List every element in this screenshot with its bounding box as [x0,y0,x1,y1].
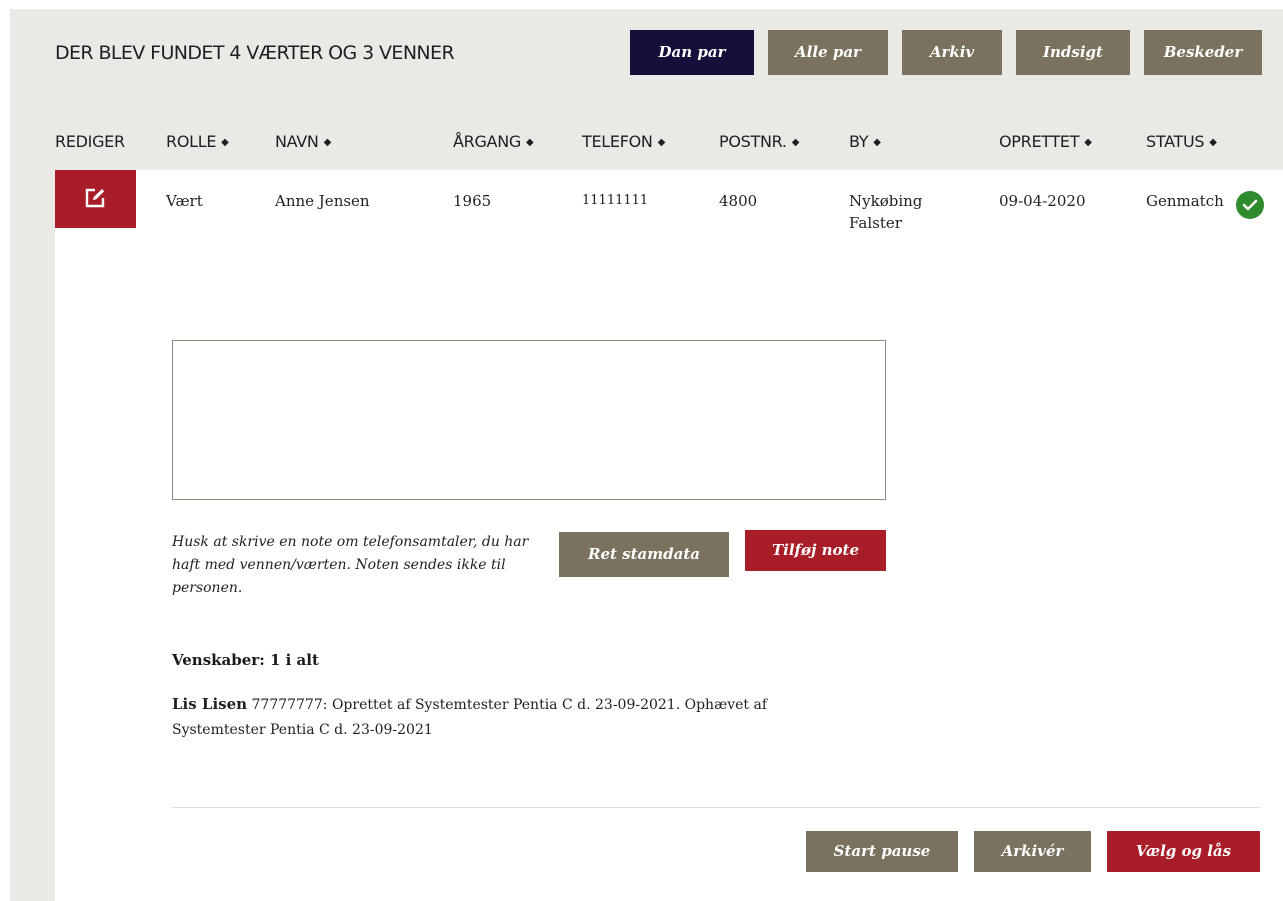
sort-icon: ◆ [791,137,800,148]
col-header-oprettet[interactable]: OPRETTET ◆ [999,132,1092,151]
cell-rolle: Vært [166,192,203,210]
col-header-telefon[interactable]: TELEFON ◆ [582,132,665,151]
indsigt-button[interactable]: Indsigt [1016,30,1130,75]
col-header-navn[interactable]: NAVN ◆ [275,132,331,151]
sort-icon: ◆ [525,137,534,148]
arkiv-button[interactable]: Arkiv [902,30,1002,75]
start-pause-button[interactable]: Start pause [806,831,958,872]
cell-navn: Anne Jensen [275,192,370,210]
friendship-item: Lis Lisen 77777777: Oprettet af Systemte… [172,695,768,738]
col-header-rediger: REDIGER [55,132,125,151]
edit-button[interactable] [55,170,136,228]
arkiver-button[interactable]: Arkivér [974,831,1091,872]
sort-icon: ◆ [1084,137,1092,148]
cell-aargang: 1965 [453,192,492,210]
sort-icon: ◆ [323,137,332,148]
col-header-aargang[interactable]: ÅRGANG ◆ [453,132,534,151]
col-header-status[interactable]: STATUS ◆ [1146,132,1217,151]
note-textarea[interactable] [172,340,886,500]
alle-par-button[interactable]: Alle par [768,30,888,75]
friend-name: Lis Lisen [172,695,248,713]
friend-phone: 77777777 [251,697,323,713]
edit-icon [85,188,105,208]
friendships-title: Venskaber: 1 i alt [172,651,319,669]
col-header-postnr[interactable]: POSTNR. ◆ [719,132,799,151]
note-hint: Husk at skrive en note om telefonsamtale… [172,534,529,596]
cell-oprettet: 09-04-2020 [999,192,1086,210]
check-circle-icon [1236,191,1264,219]
cell-by: Nykøbing Falster [849,192,923,232]
page-title: DER BLEV FUNDET 4 VÆRTER OG 3 VENNER [55,42,455,64]
ret-stamdata-button[interactable]: Ret stamdata [559,532,729,577]
dan-par-button[interactable]: Dan par [630,30,754,75]
cell-telefon: 11111111 [582,193,649,208]
tilfoej-note-button[interactable]: Tilføj note [745,530,886,571]
sort-icon: ◆ [873,137,881,148]
sort-icon: ◆ [657,137,666,148]
divider [172,807,1260,808]
beskeder-button[interactable]: Beskeder [1144,30,1262,75]
cell-status: Genmatch [1146,192,1224,210]
col-header-by[interactable]: BY ◆ [849,132,881,151]
sort-icon: ◆ [1209,137,1217,148]
col-header-rolle[interactable]: ROLLE ◆ [166,132,229,151]
vaelg-og-laas-button[interactable]: Vælg og lås [1107,831,1260,872]
sort-icon: ◆ [221,137,229,148]
cell-postnr: 4800 [719,192,758,210]
